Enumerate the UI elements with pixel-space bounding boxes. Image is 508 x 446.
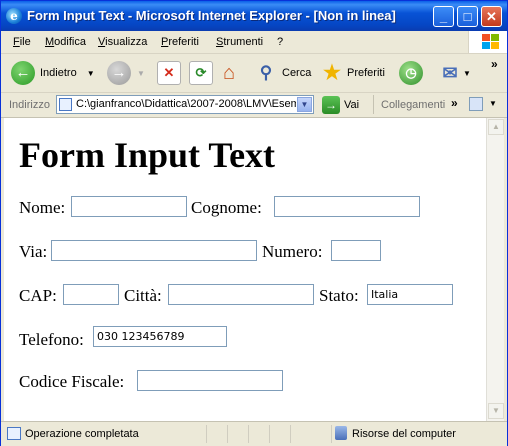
back-label: Indietro bbox=[40, 67, 77, 79]
codice-fiscale-field[interactable] bbox=[137, 370, 283, 391]
chevron-down-icon: ▼ bbox=[86, 68, 95, 78]
via-label: Via: bbox=[19, 242, 48, 261]
chevron-down-icon: ▼ bbox=[463, 68, 471, 78]
refresh-button[interactable]: ⟳ bbox=[189, 58, 213, 88]
back-arrow-icon: ← bbox=[11, 61, 35, 85]
scroll-down-icon[interactable]: ▼ bbox=[488, 403, 504, 419]
menu-help[interactable]: ? bbox=[277, 36, 283, 48]
history-icon: ◷ bbox=[399, 61, 423, 85]
status-cell bbox=[206, 425, 227, 443]
cognome-label: Cognome: bbox=[191, 198, 262, 217]
chevron-down-icon[interactable]: ▼ bbox=[297, 97, 312, 112]
status-cell bbox=[290, 425, 331, 443]
cap-label: CAP: bbox=[19, 286, 57, 305]
history-button[interactable]: ◷ bbox=[399, 58, 423, 88]
go-arrow-icon[interactable]: → bbox=[322, 96, 340, 114]
stop-icon: ✕ bbox=[157, 61, 181, 85]
status-cell bbox=[227, 425, 248, 443]
forward-arrow-icon: → bbox=[107, 61, 131, 85]
vertical-scrollbar[interactable]: ▲ ▼ bbox=[486, 118, 504, 421]
status-text: Operazione completata bbox=[25, 428, 139, 440]
numero-field[interactable] bbox=[331, 240, 381, 261]
star-icon: ★ bbox=[323, 62, 341, 84]
page-content: Form Input Text Nome: Cognome: Via: Nume… bbox=[4, 118, 486, 421]
go-button[interactable]: Vai bbox=[344, 99, 359, 111]
home-button[interactable]: ⌂ bbox=[218, 58, 240, 88]
stop-button[interactable]: ✕ bbox=[157, 58, 181, 88]
browser-window: e Form Input Text - Microsoft Internet E… bbox=[0, 0, 508, 446]
menu-modifica[interactable]: Modifica bbox=[45, 36, 86, 48]
search-label: Cerca bbox=[282, 67, 312, 79]
menu-bar: File Modifica Visualizza Preferiti Strum… bbox=[1, 31, 507, 54]
page-icon bbox=[59, 98, 72, 111]
mail-button[interactable]: ✉ ▼ bbox=[439, 58, 471, 88]
address-input[interactable]: C:\gianfranco\Didattica\2007-2008\LMV\Es… bbox=[56, 95, 314, 114]
codice-fiscale-label: Codice Fiscale: bbox=[19, 372, 125, 391]
via-field[interactable] bbox=[51, 240, 257, 261]
address-url: C:\gianfranco\Didattica\2007-2008\LMV\Es… bbox=[76, 98, 296, 110]
minimize-button[interactable]: _ bbox=[433, 6, 454, 27]
address-bar: Indirizzo C:\gianfranco\Didattica\2007-2… bbox=[1, 93, 507, 118]
status-cell bbox=[269, 425, 290, 443]
chevron-down-icon: ▼ bbox=[137, 68, 145, 78]
numero-label: Numero: bbox=[262, 242, 323, 261]
menu-strumenti[interactable]: Strumenti bbox=[216, 36, 263, 48]
address-label: Indirizzo bbox=[9, 99, 50, 111]
status-zone: Risorse del computer bbox=[352, 428, 456, 440]
status-bar: Operazione completata Risorse del comput… bbox=[1, 421, 507, 446]
menu-preferiti[interactable]: Preferiti bbox=[161, 36, 199, 48]
links-overflow-icon[interactable]: » bbox=[451, 96, 458, 110]
nome-field[interactable] bbox=[71, 196, 187, 217]
forward-button[interactable]: → ▼ bbox=[107, 58, 145, 88]
chevron-down-icon[interactable]: ▼ bbox=[489, 99, 497, 108]
nome-label: Nome: bbox=[19, 198, 66, 217]
page-done-icon bbox=[7, 427, 21, 440]
refresh-icon: ⟳ bbox=[189, 61, 213, 85]
status-cell bbox=[248, 425, 269, 443]
favorites-label: Preferiti bbox=[347, 67, 385, 79]
title-bar[interactable]: e Form Input Text - Microsoft Internet E… bbox=[1, 1, 507, 31]
cap-field[interactable] bbox=[63, 284, 119, 305]
telefono-label: Telefono: bbox=[19, 330, 84, 349]
menu-visualizza[interactable]: Visualizza bbox=[98, 36, 147, 48]
window-title: Form Input Text - Microsoft Internet Exp… bbox=[27, 8, 396, 23]
cognome-field[interactable] bbox=[274, 196, 420, 217]
back-button[interactable]: ← Indietro ▼ bbox=[11, 58, 95, 88]
computer-icon bbox=[335, 426, 347, 440]
home-icon: ⌂ bbox=[222, 62, 236, 84]
maximize-button[interactable]: □ bbox=[457, 6, 478, 27]
snagit-icon[interactable] bbox=[469, 97, 483, 111]
toolbar-overflow-icon[interactable]: » bbox=[491, 57, 498, 71]
mail-icon: ✉ bbox=[442, 63, 458, 83]
divider bbox=[373, 95, 374, 114]
search-icon: ⚲ bbox=[259, 63, 273, 82]
menu-file[interactable]: File bbox=[13, 36, 31, 48]
close-button[interactable]: ✕ bbox=[481, 6, 502, 27]
toolbar: ← Indietro ▼ → ▼ ✕ ⟳ ⌂ ⚲ Cerca ★ Preferi… bbox=[1, 54, 507, 93]
links-label[interactable]: Collegamenti bbox=[381, 99, 445, 111]
stato-label: Stato: bbox=[319, 286, 359, 305]
windows-logo-icon bbox=[468, 31, 507, 53]
scroll-up-icon[interactable]: ▲ bbox=[488, 119, 504, 135]
telefono-field[interactable] bbox=[93, 326, 227, 347]
stato-field[interactable] bbox=[367, 284, 453, 305]
citta-field[interactable] bbox=[168, 284, 314, 305]
search-button[interactable]: ⚲ Cerca bbox=[255, 58, 312, 88]
internet-explorer-icon: e bbox=[6, 8, 22, 24]
favorites-button[interactable]: ★ Preferiti bbox=[321, 58, 385, 88]
citta-label: Città: bbox=[124, 286, 162, 305]
page-title: Form Input Text bbox=[19, 135, 276, 175]
